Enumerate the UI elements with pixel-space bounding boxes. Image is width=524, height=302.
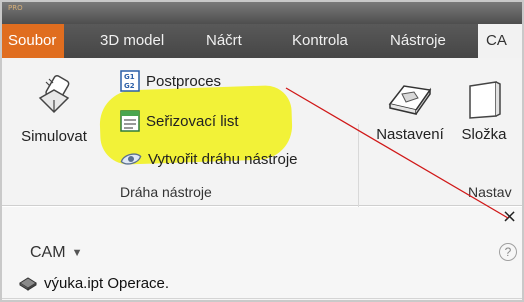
annotation-line xyxy=(285,87,509,219)
annotation-arrow xyxy=(285,87,509,219)
app-window: PRO Soubor 3D model Náčrt Kontrola Nástr… xyxy=(0,0,524,302)
